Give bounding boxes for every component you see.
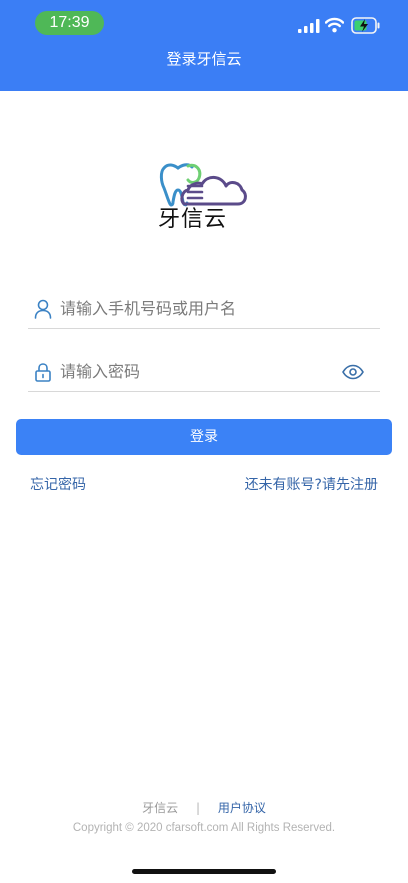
password-field (28, 352, 380, 392)
copyright-text: Copyright © 2020 cfarsoft.com All Rights… (72, 822, 336, 834)
status-time: 17:39 (35, 11, 104, 35)
user-agreement-link[interactable]: 用户协议 (218, 801, 266, 815)
wifi-icon (325, 17, 344, 33)
footer-app-name: 牙信云 (142, 801, 179, 815)
user-icon (34, 299, 52, 319)
password-input[interactable] (60, 352, 350, 390)
footer-links: 牙信云 | 用户协议 (0, 800, 408, 816)
header-bar: 17:39 登录牙信云 (0, 0, 408, 91)
status-bar: 17:39 (0, 0, 408, 44)
login-button[interactable]: 登录 (16, 419, 392, 455)
username-input[interactable] (60, 289, 350, 327)
username-field (28, 289, 380, 329)
home-indicator[interactable] (132, 869, 276, 874)
eye-icon[interactable] (342, 364, 364, 380)
footer-separator: | (195, 801, 201, 815)
lock-icon (35, 363, 51, 382)
forgot-password-link[interactable]: 忘记密码 (30, 475, 86, 495)
signal-icon (298, 19, 320, 33)
battery-charging-icon (351, 17, 380, 34)
page-title: 登录牙信云 (166, 50, 242, 68)
register-link[interactable]: 还未有账号?请先注册 (245, 475, 378, 495)
logo-wordmark: 牙信云 (158, 207, 228, 232)
